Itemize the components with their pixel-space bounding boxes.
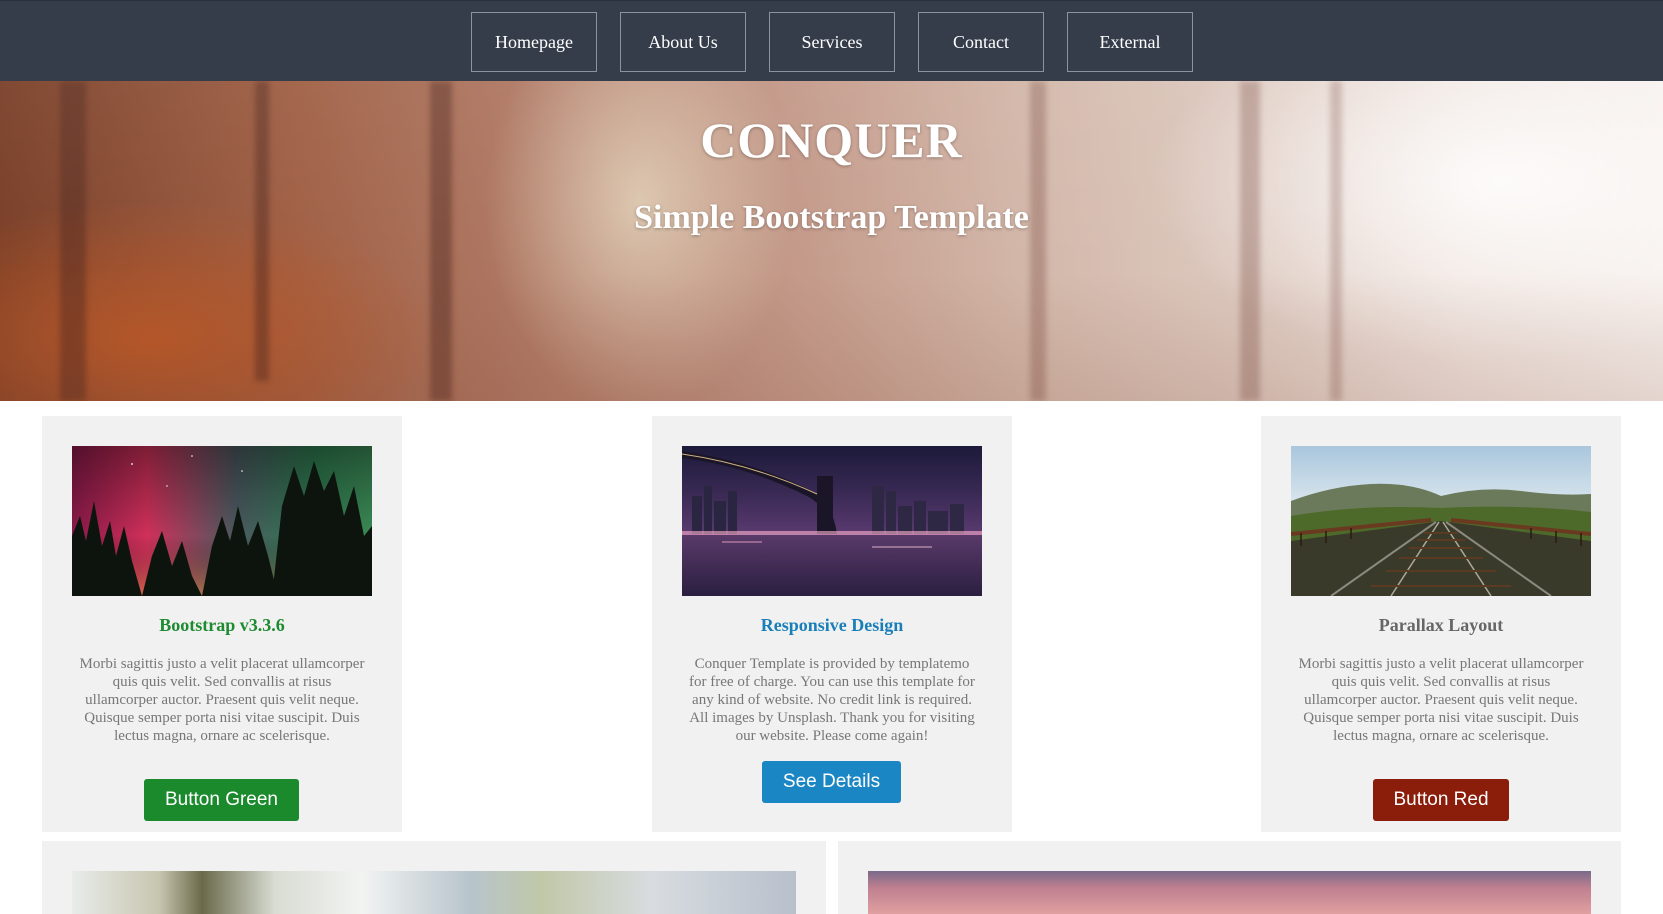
card-description: Morbi sagittis justo a velit placerat ul… [1298, 656, 1584, 744]
bottom-card-left [42, 841, 826, 914]
feature-card-bootstrap: Bootstrap v3.3.6 Morbi sagittis justo a … [42, 416, 402, 832]
card-title: Bootstrap v3.3.6 [159, 615, 285, 635]
card-title: Parallax Layout [1378, 615, 1504, 635]
aurora-forest-image [72, 446, 372, 596]
sunset-sky-image [868, 871, 1591, 914]
button-green[interactable]: Button Green [144, 779, 299, 821]
card-title: Responsive Design [760, 615, 904, 635]
nav-homepage[interactable]: Homepage [471, 12, 597, 72]
hero-title: CONQUER [700, 112, 963, 168]
card-description: Conquer Template is provided by template… [689, 656, 975, 744]
bottom-card-right [838, 841, 1621, 914]
card-description: Morbi sagittis justo a velit placerat ul… [79, 656, 365, 744]
top-navbar: Homepage About Us Services Contact Exter… [0, 0, 1663, 81]
feature-card-parallax: Parallax Layout Morbi sagittis justo a v… [1261, 416, 1621, 832]
hero-subtitle: Simple Bootstrap Template [634, 199, 1029, 236]
see-details-button[interactable]: See Details [762, 761, 901, 803]
hero-banner: CONQUER Simple Bootstrap Template [0, 81, 1663, 401]
nav-contact[interactable]: Contact [918, 12, 1044, 72]
blurred-plant-image [72, 871, 796, 914]
button-red[interactable]: Button Red [1373, 779, 1509, 821]
nav-services[interactable]: Services [769, 12, 895, 72]
city-bridge-night-image [682, 446, 982, 596]
feature-card-responsive: Responsive Design Conquer Template is pr… [652, 416, 1012, 832]
railway-bridge-image [1291, 446, 1591, 596]
nav-external[interactable]: External [1067, 12, 1193, 72]
nav-about-us[interactable]: About Us [620, 12, 746, 72]
